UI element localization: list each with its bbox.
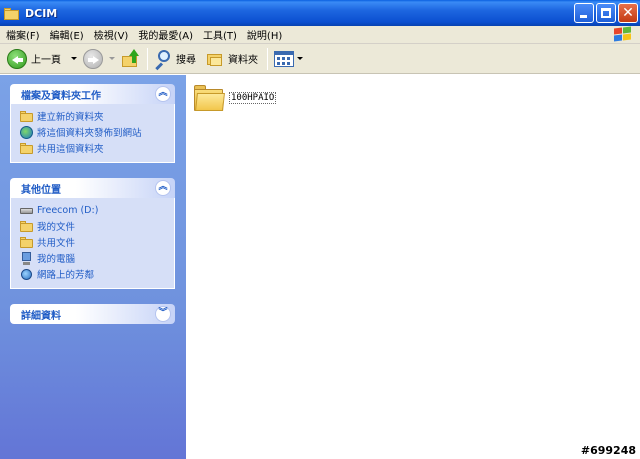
- task-publish-folder[interactable]: 將這個資料夾發佈到網站: [20, 124, 174, 140]
- file-tasks-panel: 檔案及資料夾工作 ︽ 建立新的資料夾 將這個資料夾發佈到網站 共用這個資料夾: [10, 84, 175, 163]
- details-title: 詳細資料: [21, 310, 61, 322]
- file-tasks-title: 檔案及資料夾工作: [21, 90, 101, 102]
- shared-documents-icon: [20, 236, 33, 249]
- up-folder-button[interactable]: [118, 46, 144, 72]
- back-arrow-icon: [7, 48, 27, 69]
- other-places-panel: 其他位置 ︽ Freecom (D:) 我的文件 共用文件 我的電腦 網路上的芳…: [10, 178, 175, 289]
- place-freecom-drive[interactable]: Freecom (D:): [20, 202, 174, 218]
- chevron-down-icon[interactable]: [297, 57, 303, 60]
- task-label: 將這個資料夾發佈到網站: [37, 128, 142, 139]
- other-places-header[interactable]: 其他位置 ︽: [10, 178, 175, 198]
- toolbar-separator: [267, 47, 268, 70]
- file-tasks-header[interactable]: 檔案及資料夾工作 ︽: [10, 84, 175, 104]
- file-tasks-body: 建立新的資料夾 將這個資料夾發佈到網站 共用這個資料夾: [10, 104, 175, 163]
- folder-icon: [193, 83, 225, 113]
- back-label: 上一頁: [31, 55, 61, 66]
- back-button[interactable]: 上一頁: [4, 46, 80, 72]
- close-icon: ✕: [622, 5, 634, 21]
- close-button[interactable]: ✕: [618, 3, 638, 23]
- views-icon: [274, 50, 294, 67]
- views-button[interactable]: [271, 46, 306, 72]
- task-label: 建立新的資料夾: [37, 112, 104, 123]
- collapse-icon[interactable]: ︽: [155, 86, 171, 102]
- menu-file[interactable]: 檔案(F): [6, 27, 40, 42]
- menu-tools[interactable]: 工具(T): [203, 27, 237, 42]
- globe-icon: [20, 125, 33, 139]
- folder-icon: [4, 7, 20, 20]
- task-share-folder[interactable]: 共用這個資料夾: [20, 140, 174, 156]
- search-icon: [154, 49, 172, 70]
- windows-logo-icon: [612, 26, 632, 43]
- place-my-computer[interactable]: 我的電腦: [20, 250, 174, 266]
- minimize-icon: [580, 15, 587, 18]
- menu-bar: 檔案(F) 編輯(E) 檢視(V) 我的最愛(A) 工具(T) 說明(H): [0, 26, 640, 44]
- up-folder-icon: [121, 48, 141, 69]
- window-title: DCIM: [25, 6, 58, 20]
- maximize-button[interactable]: [596, 3, 616, 23]
- folder-item[interactable]: 100HPAIO: [193, 83, 277, 113]
- task-pane: 檔案及資料夾工作 ︽ 建立新的資料夾 將這個資料夾發佈到網站 共用這個資料夾 其…: [0, 75, 186, 459]
- maximize-icon: [601, 8, 611, 18]
- place-label: Freecom (D:): [37, 204, 99, 216]
- collapse-icon[interactable]: ︽: [155, 180, 171, 196]
- expand-icon[interactable]: ︾: [155, 306, 171, 322]
- task-new-folder[interactable]: 建立新的資料夾: [20, 108, 174, 124]
- network-icon: [20, 268, 33, 281]
- file-list[interactable]: 100HPAIO: [186, 75, 640, 459]
- other-places-body: Freecom (D:) 我的文件 共用文件 我的電腦 網路上的芳鄰: [10, 198, 175, 289]
- watermark: #699248: [580, 444, 636, 457]
- folders-icon: [206, 50, 224, 68]
- chevron-down-icon[interactable]: [71, 57, 77, 60]
- menu-favorites[interactable]: 我的最愛(A): [138, 27, 193, 42]
- task-label: 共用這個資料夾: [37, 144, 104, 155]
- computer-icon: [20, 251, 33, 265]
- menu-edit[interactable]: 編輯(E): [50, 27, 84, 42]
- place-label: 共用文件: [37, 238, 76, 249]
- forward-button[interactable]: [80, 46, 118, 72]
- place-network[interactable]: 網路上的芳鄰: [20, 266, 174, 282]
- minimize-button[interactable]: [574, 3, 594, 23]
- toolbar: 上一頁 搜尋 資料夾: [0, 44, 640, 74]
- search-button[interactable]: 搜尋: [151, 46, 199, 72]
- place-shared-documents[interactable]: 共用文件: [20, 234, 174, 250]
- forward-arrow-icon: [83, 48, 103, 69]
- new-folder-icon: [20, 110, 33, 123]
- toolbar-separator: [147, 47, 148, 70]
- documents-folder-icon: [20, 220, 33, 233]
- folder-name: 100HPAIO: [229, 92, 277, 104]
- folders-button[interactable]: 資料夾: [203, 46, 261, 72]
- place-label: 網路上的芳鄰: [37, 270, 95, 281]
- other-places-title: 其他位置: [21, 184, 61, 196]
- shared-folder-icon: [20, 142, 33, 155]
- folders-label: 資料夾: [228, 55, 258, 66]
- menu-help[interactable]: 說明(H): [247, 27, 282, 42]
- place-label: 我的電腦: [37, 254, 76, 265]
- title-bar: DCIM ✕: [0, 0, 640, 26]
- search-label: 搜尋: [176, 55, 196, 66]
- drive-icon: [20, 204, 33, 217]
- details-panel: 詳細資料 ︾: [10, 304, 175, 324]
- menu-view[interactable]: 檢視(V): [94, 27, 129, 42]
- chevron-down-icon[interactable]: [109, 57, 115, 60]
- details-header[interactable]: 詳細資料 ︾: [10, 304, 175, 324]
- place-my-documents[interactable]: 我的文件: [20, 218, 174, 234]
- place-label: 我的文件: [37, 222, 76, 233]
